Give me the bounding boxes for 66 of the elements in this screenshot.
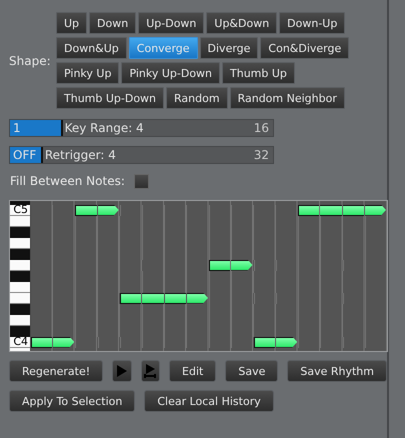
- piano-key: [10, 260, 30, 271]
- shape-button[interactable]: Down-Up: [279, 12, 346, 34]
- slider-track[interactable]: OFF Retrigger: 4 32: [9, 146, 274, 164]
- piano-key: [10, 304, 30, 315]
- piano-key: [10, 201, 30, 205]
- action-button[interactable]: Apply To Selection: [9, 390, 136, 412]
- play-icon: [116, 364, 128, 378]
- note-segment[interactable]: [52, 336, 74, 348]
- note-segment[interactable]: [186, 292, 208, 304]
- action-button[interactable]: Regenerate!: [9, 360, 104, 382]
- note-segment[interactable]: [230, 260, 252, 270]
- shape-button[interactable]: Up-Down: [138, 12, 204, 34]
- piano-key: [10, 348, 30, 351]
- note-segment[interactable]: [297, 204, 320, 216]
- slider-label: Retrigger: 4: [44, 148, 116, 162]
- note-segment[interactable]: [30, 336, 52, 348]
- piano-key: [10, 282, 30, 293]
- shape-button[interactable]: Thumb Up-Down: [56, 87, 164, 109]
- play-button[interactable]: [112, 360, 132, 382]
- note-segment[interactable]: [275, 336, 298, 348]
- shape-button[interactable]: Diverge: [200, 37, 258, 59]
- slider-min-value: OFF: [12, 148, 36, 162]
- play-bracket-icon: [144, 364, 156, 378]
- slider-track[interactable]: 1 Key Range: 4 16: [9, 119, 274, 137]
- shape-button[interactable]: Con&Diverge: [260, 37, 350, 59]
- shape-button[interactable]: Pinky Up-Down: [121, 62, 220, 84]
- shape-button[interactable]: Thumb Up: [222, 62, 295, 84]
- note-segment[interactable]: [252, 336, 276, 348]
- piano-key: [10, 227, 30, 238]
- note-segment[interactable]: [119, 292, 142, 304]
- note-segment[interactable]: [342, 204, 364, 216]
- slider-min-value: 1: [12, 121, 21, 135]
- shape-button[interactable]: Down&Up: [56, 37, 127, 59]
- piano-key: [10, 326, 30, 337]
- note-segment[interactable]: [141, 292, 164, 304]
- piano-key: C4: [10, 337, 30, 348]
- shape-button[interactable]: Pinky Up: [56, 62, 120, 84]
- note-segment[interactable]: [164, 292, 186, 304]
- checkbox-label: Fill Between Notes:: [10, 174, 125, 188]
- shape-button[interactable]: Random Neighbor: [230, 87, 345, 109]
- action-button[interactable]: Save Rhythm: [287, 360, 387, 382]
- slider-label: Key Range: 4: [64, 121, 144, 135]
- piano-key: C5: [10, 205, 30, 216]
- shape-label: Shape:: [9, 54, 52, 68]
- action-button[interactable]: Edit: [169, 360, 216, 382]
- action-button[interactable]: Save: [225, 360, 278, 382]
- shape-button[interactable]: Down: [89, 12, 136, 34]
- note-segment[interactable]: [208, 260, 230, 270]
- shape-button[interactable]: Up: [56, 12, 88, 34]
- note-segment[interactable]: [319, 204, 342, 216]
- piano-key: [10, 238, 30, 249]
- action-button[interactable]: Clear Local History: [144, 390, 274, 412]
- shape-button[interactable]: Up&Down: [206, 12, 278, 34]
- note-segment[interactable]: [364, 204, 386, 216]
- shape-button[interactable]: Random: [166, 87, 228, 109]
- piano-key: [10, 216, 30, 227]
- piano-key: [10, 249, 30, 260]
- piano-key: [10, 293, 30, 304]
- checkbox[interactable]: [134, 174, 149, 188]
- note-segment[interactable]: [74, 204, 97, 216]
- note-segment[interactable]: [96, 204, 119, 216]
- play-range-button[interactable]: [140, 360, 160, 382]
- piano-key: [10, 315, 30, 326]
- slider-max-value: 32: [254, 148, 270, 162]
- slider-max-value: 16: [254, 121, 270, 135]
- piano-key: [10, 271, 30, 282]
